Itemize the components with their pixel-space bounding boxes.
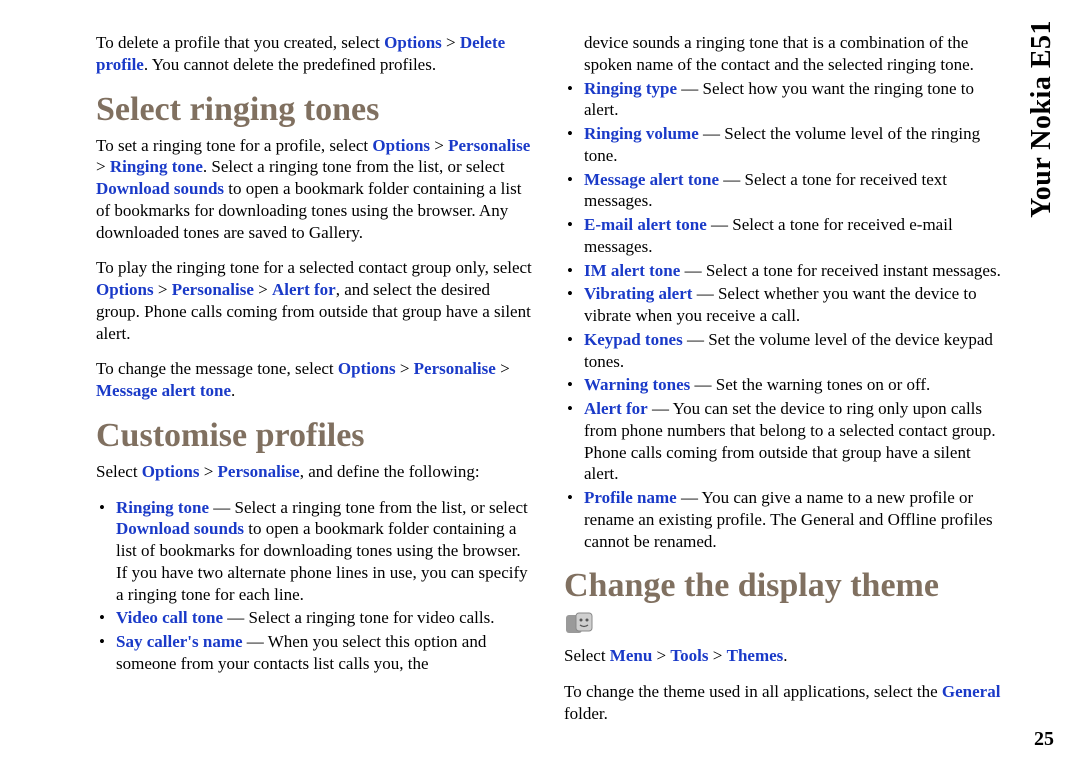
manual-page: To delete a profile that you created, se… — [0, 0, 1080, 779]
text: To set a ringing tone for a profile, sel… — [96, 136, 372, 155]
paragraph: To play the ringing tone for a selected … — [96, 257, 536, 344]
bullet-list: Ringing tone — Select a ringing tone fro… — [96, 497, 536, 675]
text: folder. — [564, 704, 608, 723]
text: To delete a profile that you created, se… — [96, 33, 384, 52]
paragraph: To set a ringing tone for a profile, sel… — [96, 135, 536, 244]
option-label: Menu — [610, 646, 653, 665]
text: . — [783, 646, 787, 665]
list-item: Ringing volume — Select the volume level… — [564, 123, 1004, 167]
section-title-sidebar: Your Nokia E51 — [1026, 20, 1058, 218]
text: . — [231, 381, 235, 400]
text: > — [396, 359, 414, 378]
option-label: Ringing volume — [584, 124, 699, 143]
text: > — [96, 157, 110, 176]
text: > — [154, 280, 172, 299]
text: > — [652, 646, 670, 665]
text: — Select a tone for received instant mes… — [680, 261, 1001, 280]
text: — Set the warning tones on or off. — [690, 375, 930, 394]
text: > — [430, 136, 448, 155]
text: Select — [564, 646, 610, 665]
paragraph: Select Options > Personalise, and define… — [96, 461, 536, 483]
option-label: Profile name — [584, 488, 677, 507]
paragraph: To delete a profile that you created, se… — [96, 32, 536, 76]
text: > — [442, 33, 460, 52]
text: , and define the following: — [300, 462, 480, 481]
list-item: IM alert tone — Select a tone for receiv… — [564, 260, 1004, 282]
text: Select — [96, 462, 142, 481]
text: — Select a ringing tone from the list, o… — [209, 498, 528, 517]
list-item: Warning tones — Set the warning tones on… — [564, 374, 1004, 396]
option-label: Download sounds — [116, 519, 244, 538]
option-label: Alert for — [584, 399, 648, 418]
list-item: Vibrating alert — Select whether you wan… — [564, 283, 1004, 327]
text: To change the message tone, select — [96, 359, 338, 378]
list-item: Keypad tones — Set the volume level of t… — [564, 329, 1004, 373]
option-label: IM alert tone — [584, 261, 680, 280]
option-label: Ringing type — [584, 79, 677, 98]
option-label: Message alert tone — [96, 381, 231, 400]
column-right: device sounds a ringing tone that is a c… — [564, 32, 1004, 759]
option-label: Message alert tone — [584, 170, 719, 189]
heading-change-display-theme: Change the display theme — [564, 566, 1004, 605]
text: > — [496, 359, 510, 378]
bullet-list: Ringing type — Select how you want the r… — [564, 78, 1004, 553]
text: > — [254, 280, 272, 299]
paragraph: Select Menu > Tools > Themes. — [564, 645, 1004, 667]
list-item: Video call tone — Select a ringing tone … — [96, 607, 536, 629]
option-label: Options — [338, 359, 396, 378]
option-label: Alert for — [272, 280, 336, 299]
text: . Select a ringing tone from the list, o… — [203, 157, 505, 176]
option-label: Options — [372, 136, 430, 155]
text: . You cannot delete the predefined profi… — [144, 55, 436, 74]
option-label: Vibrating alert — [584, 284, 692, 303]
option-label: Options — [96, 280, 154, 299]
paragraph-continuation: device sounds a ringing tone that is a c… — [564, 32, 1004, 76]
list-item: Alert for — You can set the device to ri… — [564, 398, 1004, 485]
option-label: Personalise — [172, 280, 254, 299]
option-label: Personalise — [414, 359, 496, 378]
option-label: Options — [384, 33, 442, 52]
text: To change the theme used in all applicat… — [564, 682, 942, 701]
paragraph: To change the theme used in all applicat… — [564, 681, 1004, 725]
list-item: Profile name — You can give a name to a … — [564, 487, 1004, 552]
option-label: E-mail alert tone — [584, 215, 707, 234]
list-item: Say caller's name — When you select this… — [96, 631, 536, 675]
text: > — [199, 462, 217, 481]
page-number: 25 — [1034, 728, 1054, 751]
option-label: Themes — [727, 646, 784, 665]
option-label: Ringing tone — [110, 157, 203, 176]
option-label: Tools — [670, 646, 708, 665]
paragraph: To change the message tone, select Optio… — [96, 358, 536, 402]
list-item: Ringing tone — Select a ringing tone fro… — [96, 497, 536, 606]
option-label: Options — [142, 462, 200, 481]
themes-icon — [564, 611, 598, 637]
text: — Select a ringing tone for video calls. — [223, 608, 494, 627]
option-label: Video call tone — [116, 608, 223, 627]
option-label: Say caller's name — [116, 632, 243, 651]
option-label: Ringing tone — [116, 498, 209, 517]
option-label: Download sounds — [96, 179, 224, 198]
text: > — [709, 646, 727, 665]
list-item: Message alert tone — Select a tone for r… — [564, 169, 1004, 213]
option-label: Personalise — [218, 462, 300, 481]
text: To play the ringing tone for a selected … — [96, 258, 532, 277]
option-label: General — [942, 682, 1001, 701]
heading-customise-profiles: Customise profiles — [96, 416, 536, 455]
list-item: Ringing type — Select how you want the r… — [564, 78, 1004, 122]
list-item: E-mail alert tone — Select a tone for re… — [564, 214, 1004, 258]
option-label: Personalise — [448, 136, 530, 155]
option-label: Keypad tones — [584, 330, 683, 349]
column-left: To delete a profile that you created, se… — [96, 32, 536, 759]
option-label: Warning tones — [584, 375, 690, 394]
heading-select-ringing-tones: Select ringing tones — [96, 90, 536, 129]
